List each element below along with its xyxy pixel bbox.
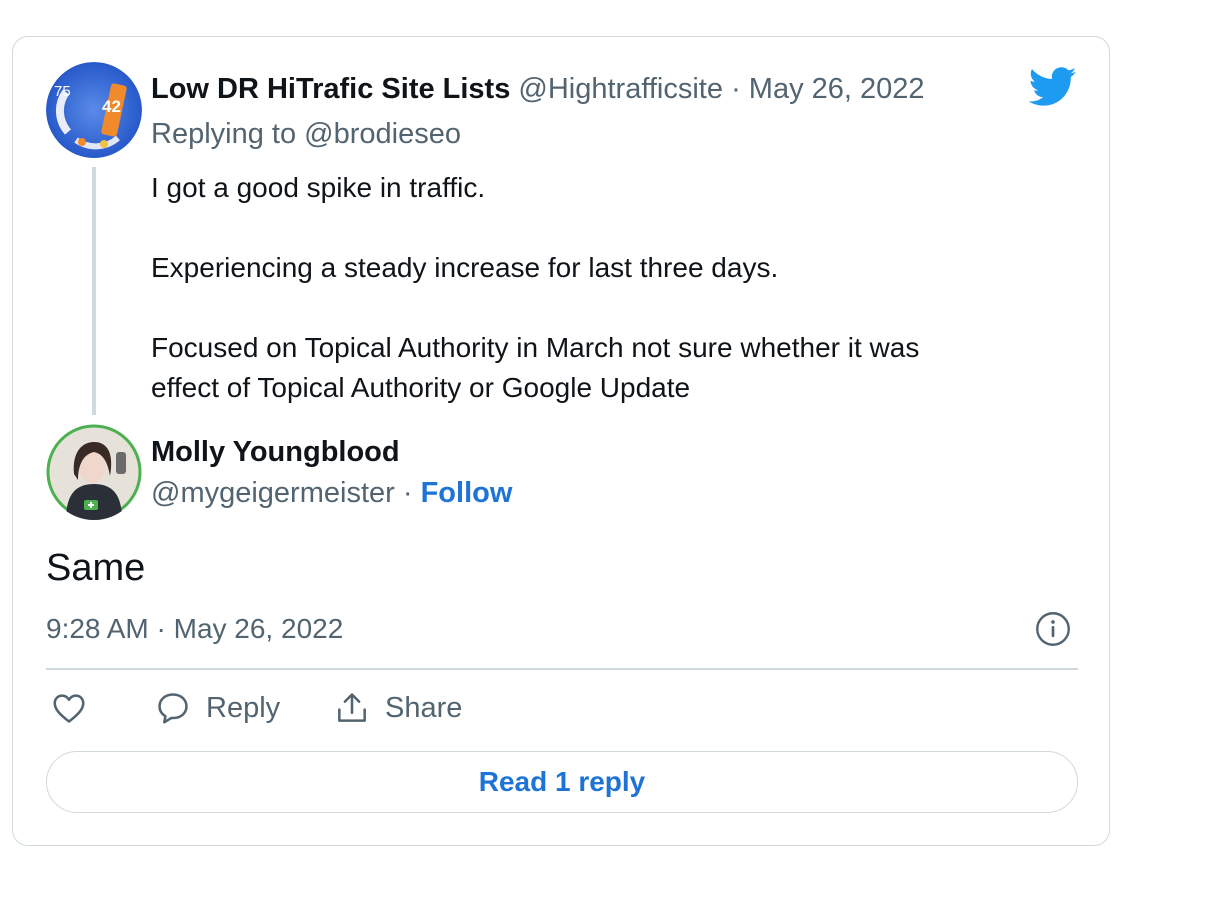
reply-label: Reply	[206, 691, 281, 724]
share-button[interactable]: Share	[333, 689, 462, 727]
reply-button[interactable]: Reply	[154, 689, 280, 727]
share-label: Share	[385, 691, 463, 724]
parent-tweet-header: Low DR HiTrafic Site Lists @Hightraffics…	[151, 73, 925, 106]
parent-tweet-date[interactable]: May 26, 2022	[749, 73, 925, 105]
like-button[interactable]	[50, 689, 88, 727]
parent-tweet-text: I got a good spike in traffic. Experienc…	[151, 172, 920, 403]
handle-separator: ·	[402, 477, 413, 509]
reply-author-name[interactable]: Molly Youngblood	[151, 436, 400, 469]
divider	[46, 668, 1078, 670]
read-replies-button[interactable]: Read 1 reply	[46, 751, 1078, 813]
tweet-embed-card: 75 42 Low DR HiTrafic Site Lists @Hightr…	[12, 36, 1110, 846]
header-separator: ·	[731, 73, 741, 105]
heart-icon	[53, 694, 85, 723]
reply-timestamp[interactable]: 9:28 AM · May 26, 2022	[46, 613, 343, 645]
reply-author-handle[interactable]: @mygeigermeister	[151, 477, 395, 509]
reply-author-avatar[interactable]	[46, 424, 142, 520]
twitter-bird-icon[interactable]	[1029, 67, 1077, 107]
speech-bubble-icon	[158, 693, 188, 724]
replying-to-label[interactable]: Replying to @brodieseo	[151, 118, 461, 151]
svg-text:75: 75	[54, 83, 71, 100]
reply-author-line: @mygeigermeister · Follow	[151, 477, 512, 510]
thread-connector-line	[92, 167, 96, 415]
share-icon	[338, 693, 366, 722]
reply-tweet-text: Same	[46, 547, 146, 589]
parent-author-avatar[interactable]: 75 42	[46, 62, 142, 158]
parent-author-handle[interactable]: @Hightrafficsite	[518, 73, 723, 105]
follow-button[interactable]: Follow	[421, 477, 513, 509]
user-avatar-icon	[46, 424, 142, 520]
svg-text:42: 42	[102, 97, 121, 116]
chart-avatar-icon: 75 42	[46, 62, 142, 158]
info-icon[interactable]	[1035, 611, 1071, 647]
parent-author-name[interactable]: Low DR HiTrafic Site Lists	[151, 73, 510, 105]
